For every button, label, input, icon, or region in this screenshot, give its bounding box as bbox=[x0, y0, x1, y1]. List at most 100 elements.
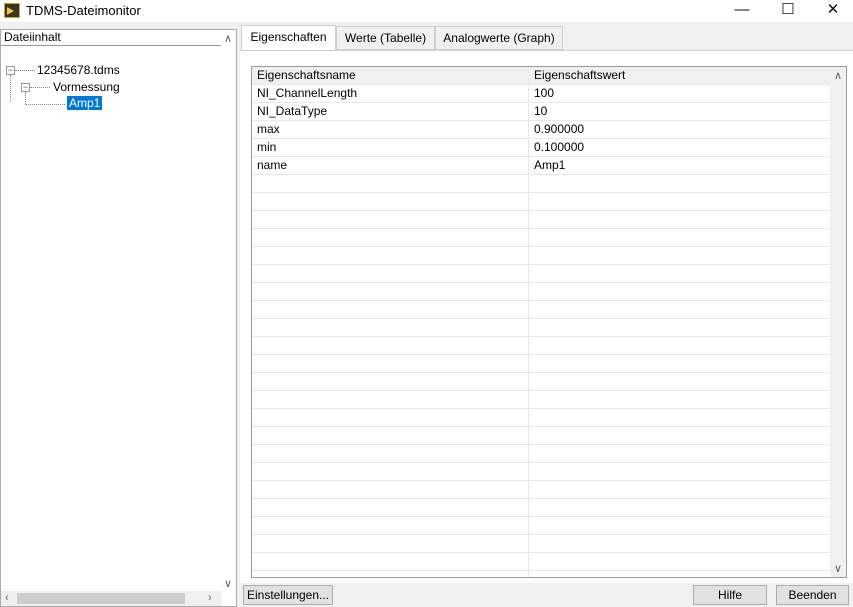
tree-item-file[interactable]: 12345678.tdms bbox=[37, 62, 120, 78]
scroll-left-icon[interactable]: ‹ bbox=[5, 592, 9, 604]
title-bar: TDMS-Dateimonitor — ☐ ✕ bbox=[0, 0, 853, 22]
property-name bbox=[252, 211, 529, 229]
table-row[interactable]: name Amp1 bbox=[252, 157, 830, 175]
column-header-value[interactable]: Eigenschaftswert bbox=[529, 67, 830, 85]
tree-vertical-scrollbar[interactable]: ∧ ∨ bbox=[221, 30, 236, 592]
table-row[interactable] bbox=[252, 535, 830, 553]
file-tree[interactable]: Dateiinhalt − 12345678.tdms − Vormessung… bbox=[0, 29, 237, 607]
table-row[interactable]: NI_DataType 10 bbox=[252, 103, 830, 121]
property-value bbox=[529, 229, 830, 247]
minimize-button[interactable]: — bbox=[719, 0, 765, 22]
collapse-icon[interactable]: − bbox=[6, 66, 15, 75]
scroll-down-icon[interactable]: ∨ bbox=[834, 562, 842, 575]
settings-button[interactable]: Einstellungen... bbox=[243, 585, 333, 605]
property-value bbox=[529, 481, 830, 499]
table-scrollbar[interactable]: ∧ ∨ bbox=[830, 67, 846, 577]
property-name bbox=[252, 283, 529, 301]
tree-item-channel-row[interactable]: Amp1 bbox=[67, 95, 103, 111]
tab-analogwerte-graph[interactable]: Analogwerte (Graph) bbox=[435, 26, 563, 50]
scroll-up-icon[interactable]: ∧ bbox=[224, 32, 232, 45]
property-value bbox=[529, 319, 830, 337]
window-title: TDMS-Dateimonitor bbox=[26, 3, 141, 18]
table-row[interactable] bbox=[252, 337, 830, 355]
property-value: 100 bbox=[534, 86, 555, 100]
collapse-icon[interactable]: − bbox=[21, 83, 30, 92]
tree-header: Dateiinhalt bbox=[1, 30, 222, 46]
scroll-right-icon[interactable]: › bbox=[208, 592, 212, 604]
maximize-button[interactable]: ☐ bbox=[765, 0, 811, 22]
table-row[interactable] bbox=[252, 373, 830, 391]
property-value bbox=[529, 175, 830, 193]
property-name bbox=[252, 517, 529, 535]
table-row[interactable] bbox=[252, 355, 830, 373]
property-value bbox=[529, 355, 830, 373]
tree-connector-line bbox=[30, 87, 50, 88]
property-value bbox=[529, 265, 830, 283]
table-row[interactable] bbox=[252, 193, 830, 211]
table-row[interactable] bbox=[252, 175, 830, 193]
property-name bbox=[252, 409, 529, 427]
property-value bbox=[529, 373, 830, 391]
properties-panel: Eigenschaftsname Eigenschaftswert NI_Cha… bbox=[240, 50, 853, 583]
property-name bbox=[252, 337, 529, 355]
property-value bbox=[529, 571, 830, 577]
scroll-down-icon[interactable]: ∨ bbox=[224, 577, 232, 590]
property-name bbox=[252, 265, 529, 283]
tab-eigenschaften[interactable]: Eigenschaften bbox=[241, 25, 336, 51]
tab-werte-tabelle[interactable]: Werte (Tabelle) bbox=[336, 26, 435, 50]
property-value bbox=[529, 409, 830, 427]
table-row[interactable] bbox=[252, 283, 830, 301]
property-value bbox=[529, 301, 830, 319]
help-button[interactable]: Hilfe bbox=[693, 585, 767, 605]
quit-button[interactable]: Beenden bbox=[776, 585, 849, 605]
close-button[interactable]: ✕ bbox=[810, 0, 853, 22]
table-row[interactable] bbox=[252, 517, 830, 535]
table-row[interactable] bbox=[252, 571, 830, 577]
tree-horizontal-scrollbar[interactable]: ‹ › bbox=[1, 591, 222, 606]
property-value bbox=[529, 535, 830, 553]
table-row[interactable] bbox=[252, 211, 830, 229]
property-name bbox=[252, 391, 529, 409]
table-row[interactable]: max 0.900000 bbox=[252, 121, 830, 139]
column-header-name[interactable]: Eigenschaftsname bbox=[252, 67, 529, 85]
property-value bbox=[529, 193, 830, 211]
table-row[interactable] bbox=[252, 301, 830, 319]
property-name: NI_ChannelLength bbox=[252, 85, 529, 103]
property-name bbox=[252, 229, 529, 247]
table-row[interactable] bbox=[252, 247, 830, 265]
property-value bbox=[529, 427, 830, 445]
property-name bbox=[252, 355, 529, 373]
property-value bbox=[529, 283, 830, 301]
property-value bbox=[529, 391, 830, 409]
property-name bbox=[252, 571, 529, 577]
scroll-thumb[interactable] bbox=[17, 593, 185, 604]
property-name bbox=[252, 553, 529, 571]
table-row[interactable] bbox=[252, 319, 830, 337]
scroll-up-icon[interactable]: ∧ bbox=[834, 69, 842, 82]
property-value bbox=[529, 463, 830, 481]
table-row[interactable]: min 0.100000 bbox=[252, 139, 830, 157]
property-name: min bbox=[252, 139, 529, 157]
table-row[interactable]: NI_ChannelLength 100 bbox=[252, 85, 830, 103]
property-value: 0.900000 bbox=[534, 122, 585, 136]
table-row[interactable] bbox=[252, 265, 830, 283]
properties-table[interactable]: Eigenschaftsname Eigenschaftswert NI_Cha… bbox=[251, 66, 847, 578]
property-name bbox=[252, 193, 529, 211]
table-row[interactable] bbox=[252, 391, 830, 409]
table-row[interactable] bbox=[252, 427, 830, 445]
table-row[interactable] bbox=[252, 553, 830, 571]
table-row[interactable] bbox=[252, 499, 830, 517]
tree-connector-line bbox=[25, 104, 65, 105]
property-name bbox=[252, 373, 529, 391]
tree-item-channel[interactable]: Amp1 bbox=[67, 96, 103, 110]
table-row[interactable] bbox=[252, 229, 830, 247]
tree-connector-line bbox=[25, 92, 26, 104]
table-row[interactable] bbox=[252, 445, 830, 463]
tree-item-group[interactable]: Vormessung bbox=[53, 79, 120, 95]
tree-connector-line bbox=[10, 75, 11, 101]
table-row[interactable] bbox=[252, 409, 830, 427]
table-row[interactable] bbox=[252, 481, 830, 499]
property-name bbox=[252, 175, 529, 193]
property-value: Amp1 bbox=[534, 158, 566, 172]
table-row[interactable] bbox=[252, 463, 830, 481]
